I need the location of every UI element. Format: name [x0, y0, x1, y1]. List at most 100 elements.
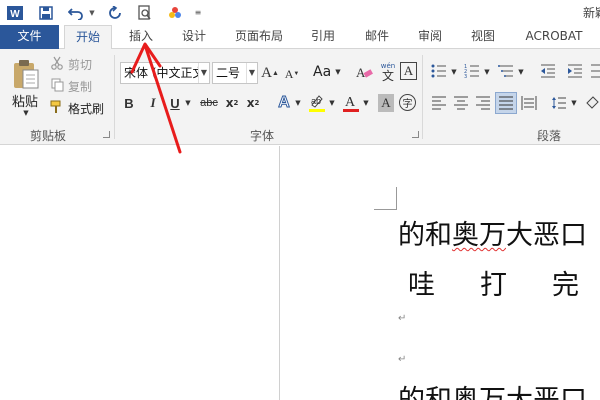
tab-view[interactable]: 视图 — [459, 25, 507, 49]
distributed-icon[interactable] — [520, 94, 538, 112]
tab-home[interactable]: 开始 — [64, 25, 112, 50]
ribbon: 粘贴 ▼ 剪切 复制 格式刷 剪贴板 宋体 (中文正文 ▼ 二号 ▼ A ▲ A ▼… — [0, 49, 600, 145]
justify-icon[interactable] — [495, 92, 517, 114]
font-group-label: 字体 — [250, 129, 275, 143]
tab-page-layout[interactable]: 页面布局 — [226, 25, 292, 49]
tab-insert[interactable]: 插入 — [119, 25, 163, 49]
tab-design[interactable]: 设计 — [170, 25, 218, 49]
highlight-dropdown-icon[interactable]: ▼ — [328, 98, 336, 108]
chinese-layout-icon[interactable] — [590, 62, 600, 80]
multilevel-list-dropdown-icon[interactable]: ▼ — [517, 67, 525, 77]
line-spacing-icon[interactable] — [550, 94, 568, 112]
paragraph-mark: ↵ — [398, 313, 407, 324]
svg-text:W: W — [10, 9, 20, 20]
paste-icon[interactable] — [10, 57, 42, 91]
margin-corner-mark — [374, 187, 397, 210]
format-painter-icon[interactable] — [50, 100, 64, 114]
paste-button[interactable]: 粘贴 — [12, 91, 38, 110]
italic-icon[interactable]: I — [146, 94, 160, 112]
align-right-icon[interactable] — [474, 94, 492, 112]
document-text: 完 — [552, 270, 579, 301]
decrease-indent-icon[interactable] — [539, 62, 557, 80]
window-title: 新颖 — [583, 6, 600, 20]
chevron-down-icon[interactable]: ▼ — [198, 63, 209, 83]
bullets-dropdown-icon[interactable]: ▼ — [450, 67, 458, 77]
copy-icon[interactable] — [50, 78, 64, 92]
document-line-3[interactable]: 的和奥万大恶口 — [398, 378, 587, 400]
enclose-characters-icon[interactable]: 字 — [399, 94, 416, 111]
multilevel-list-icon[interactable] — [497, 62, 515, 80]
font-color-icon[interactable]: A — [342, 93, 360, 113]
phonetic-guide-char: 文 — [381, 69, 394, 83]
tab-acrobat[interactable]: ACROBAT — [514, 25, 594, 49]
clipboard-group-label: 剪贴板 — [30, 129, 67, 143]
text-effects-icon[interactable]: A — [276, 93, 292, 113]
underline-dropdown-icon[interactable]: ▼ — [184, 98, 192, 108]
svg-text:A: A — [356, 65, 366, 80]
underline-icon[interactable]: U — [168, 94, 182, 112]
text-effects-dropdown-icon[interactable]: ▼ — [294, 98, 302, 108]
format-painter-button[interactable]: 格式刷 — [68, 100, 104, 117]
undo-dropdown-icon[interactable]: ▼ — [88, 0, 96, 25]
document-line-1[interactable]: 的和奥万大恶口 — [398, 213, 587, 252]
line-spacing-dropdown-icon[interactable]: ▼ — [570, 98, 578, 108]
numbering-icon[interactable]: 123 — [463, 62, 481, 80]
document-text: 哇 — [408, 270, 435, 301]
font-color-dropdown-icon[interactable]: ▼ — [362, 98, 370, 108]
document-line-2[interactable]: 哇打完 — [408, 263, 600, 302]
grow-font-icon[interactable]: A ▲ — [261, 63, 279, 83]
align-left-icon[interactable] — [430, 94, 448, 112]
bold-icon[interactable]: B — [122, 94, 136, 112]
increase-indent-icon[interactable] — [566, 62, 584, 80]
font-name-combo[interactable]: 宋体 (中文正文 ▼ — [120, 62, 210, 84]
document-text: 大恶口 — [506, 220, 587, 251]
strikethrough-icon[interactable]: abc — [199, 94, 219, 112]
chevron-down-icon[interactable]: ▼ — [246, 63, 257, 83]
tab-mailings[interactable]: 邮件 — [353, 25, 401, 49]
ribbon-tabs: 文件 开始 插入 设计 页面布局 引用 邮件 审阅 视图 ACROBAT — [0, 25, 600, 50]
font-dialog-launcher[interactable] — [412, 131, 419, 138]
character-border-icon[interactable]: A — [400, 62, 417, 80]
print-preview-icon[interactable] — [136, 0, 154, 25]
group-separator — [114, 55, 115, 139]
group-separator — [422, 55, 423, 139]
tab-file[interactable]: 文件 — [0, 25, 59, 49]
cut-button[interactable]: 剪切 — [68, 56, 92, 73]
clear-formatting-icon[interactable]: A — [355, 62, 373, 82]
navigation-pane — [0, 146, 279, 400]
quick-access-toolbar: W ▼ ≡ 新颖 — [0, 0, 600, 25]
align-center-icon[interactable] — [452, 94, 470, 112]
tab-review[interactable]: 审阅 — [406, 25, 454, 49]
copy-button[interactable]: 复制 — [68, 78, 92, 95]
document-text: 打 — [480, 270, 507, 301]
shrink-font-icon[interactable]: A ▼ — [284, 65, 300, 83]
superscript-icon[interactable]: x2 — [245, 94, 261, 112]
color-wheel-icon[interactable] — [166, 0, 184, 25]
font-size-value: 二号 — [216, 66, 241, 80]
svg-text:ab: ab — [311, 96, 321, 106]
subscript-icon[interactable]: x2 — [224, 94, 240, 112]
phonetic-guide-icon[interactable]: wén 文 — [378, 59, 398, 83]
clipboard-dialog-launcher[interactable] — [103, 131, 110, 138]
save-icon[interactable] — [36, 0, 56, 25]
undo-icon[interactable] — [66, 0, 86, 25]
numbering-dropdown-icon[interactable]: ▼ — [483, 67, 491, 77]
tab-references[interactable]: 引用 — [299, 25, 347, 49]
change-case-button[interactable]: Aa — [313, 64, 331, 80]
cut-icon[interactable] — [50, 56, 64, 70]
character-shading-icon[interactable]: A — [378, 94, 394, 112]
svg-text:3: 3 — [464, 74, 467, 79]
customize-qat-icon[interactable]: ≡ — [193, 0, 203, 25]
paste-dropdown-icon[interactable]: ▼ — [21, 109, 31, 117]
word-app-icon: W — [6, 0, 24, 25]
svg-text:A: A — [345, 95, 356, 110]
highlight-color-icon[interactable]: ab — [308, 93, 326, 113]
shading-icon[interactable] — [584, 94, 600, 112]
document-text: 的和 — [398, 220, 452, 251]
character-border-label: A — [403, 63, 414, 78]
font-size-combo[interactable]: 二号 ▼ — [212, 62, 258, 84]
redo-icon[interactable] — [106, 0, 124, 25]
bullets-icon[interactable] — [430, 62, 448, 80]
font-name-value: 宋体 (中文正文 — [124, 66, 205, 80]
change-case-dropdown-icon[interactable]: ▼ — [334, 67, 342, 77]
